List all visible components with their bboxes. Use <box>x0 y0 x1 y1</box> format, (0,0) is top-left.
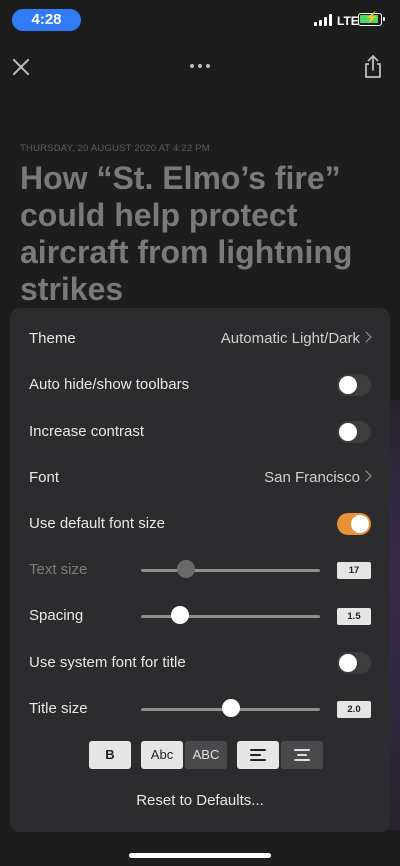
chevron-right-icon <box>360 331 372 343</box>
bold-button[interactable]: B <box>89 741 131 769</box>
title-size-value: 2.0 <box>337 701 371 718</box>
text-size-row: Text size 17 <box>10 547 390 593</box>
theme-value: Automatic Light/Dark <box>220 330 360 347</box>
text-size-slider-thumb[interactable] <box>176 560 195 578</box>
title-size-row: Title size 2.0 <box>10 686 390 732</box>
theme-label: Theme <box>29 330 76 347</box>
spacing-slider-thumb[interactable] <box>171 606 190 624</box>
title-case-button[interactable]: Abc <box>141 741 183 769</box>
default-font-size-toggle[interactable] <box>337 513 371 535</box>
align-center-button[interactable] <box>281 741 323 769</box>
system-font-title-toggle[interactable] <box>337 652 371 674</box>
auto-hide-toolbars-row: Auto hide/show toolbars <box>10 362 390 408</box>
system-font-title-label: Use system font for title <box>29 654 186 671</box>
text-size-label: Text size <box>29 561 88 578</box>
theme-row[interactable]: Theme Automatic Light/Dark <box>10 316 390 362</box>
align-left-button[interactable] <box>237 741 279 769</box>
title-size-slider-thumb[interactable] <box>221 699 240 717</box>
upper-case-button[interactable]: ABC <box>185 741 227 769</box>
network-type: LTE <box>337 14 359 28</box>
reset-to-defaults-button[interactable]: Reset to Defaults... <box>10 792 390 809</box>
home-indicator[interactable] <box>129 853 271 858</box>
default-font-size-row: Use default font size <box>10 501 390 547</box>
share-icon[interactable] <box>362 54 384 80</box>
increase-contrast-row: Increase contrast <box>10 409 390 455</box>
reader-settings-panel: Theme Automatic Light/Dark Auto hide/sho… <box>10 308 390 832</box>
status-bar: 4:28 LTE ⚡ <box>0 0 400 40</box>
more-options-icon[interactable] <box>190 62 212 70</box>
spacing-row: Spacing 1.5 <box>10 593 390 639</box>
title-style-buttons: B Abc ABC <box>10 741 390 769</box>
font-row[interactable]: Font San Francisco <box>10 455 390 501</box>
close-icon[interactable] <box>10 56 32 78</box>
spacing-value: 1.5 <box>337 608 371 625</box>
status-time[interactable]: 4:28 <box>12 9 81 31</box>
cellular-signal-icon <box>314 14 334 26</box>
spacing-label: Spacing <box>29 607 84 624</box>
default-font-size-label: Use default font size <box>29 515 165 532</box>
article-date: THURSDAY, 20 AUGUST 2020 AT 4:22 PM <box>20 143 210 154</box>
auto-hide-toolbars-toggle[interactable] <box>337 374 371 396</box>
chevron-right-icon <box>360 470 372 482</box>
font-label: Font <box>29 469 60 486</box>
system-font-title-row: Use system font for title <box>10 640 390 686</box>
title-size-label: Title size <box>29 700 88 717</box>
spacing-slider[interactable] <box>141 615 320 618</box>
increase-contrast-toggle[interactable] <box>337 421 371 443</box>
align-center-icon <box>294 749 310 761</box>
article-title: How “St. Elmo’s fire” could help protect… <box>20 160 353 307</box>
font-value: San Francisco <box>264 469 360 486</box>
text-size-slider[interactable] <box>141 569 320 572</box>
increase-contrast-label: Increase contrast <box>29 423 145 440</box>
battery-charging-icon: ⚡ <box>358 12 385 26</box>
align-left-icon <box>250 749 266 761</box>
auto-hide-toolbars-label: Auto hide/show toolbars <box>29 376 190 393</box>
text-size-value: 17 <box>337 562 371 579</box>
